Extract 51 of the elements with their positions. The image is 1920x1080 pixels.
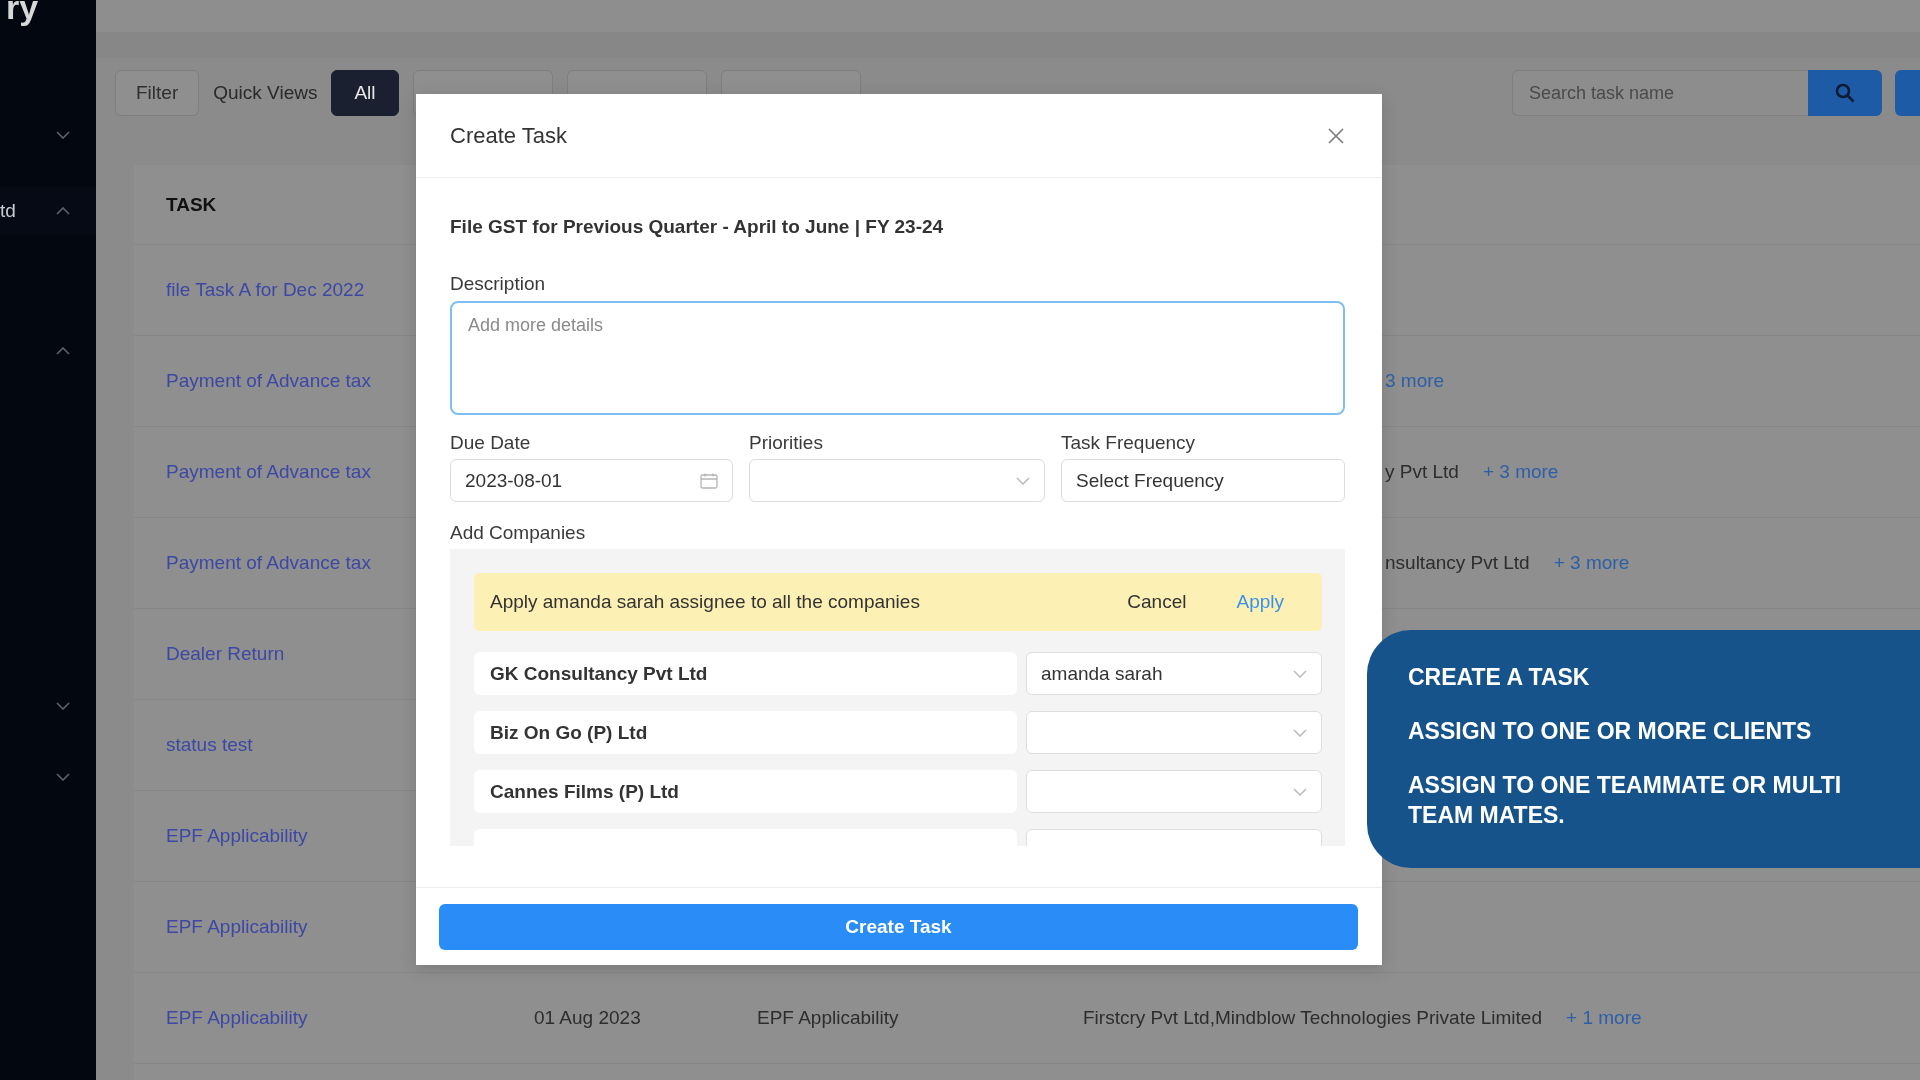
quick-views-label: Quick Views [213, 82, 318, 104]
search-icon [1835, 83, 1855, 103]
banner-message: Apply amanda sarah assignee to all the companies [490, 591, 921, 613]
field-label: Task Frequency [1061, 432, 1197, 454]
chevron-down-icon[interactable] [56, 702, 70, 710]
table-cell: Firstcry Pvt Ltd,Mindblow Technologies Private Limited [1083, 1007, 1542, 1029]
field-label: Due Date [450, 432, 532, 454]
field-label: Add Companies [450, 522, 587, 544]
more-link[interactable]: + 1 more [1566, 1007, 1642, 1029]
create-task-button[interactable]: Create Task [439, 903, 1358, 950]
column-header: TASK [166, 193, 218, 216]
close-icon [1328, 127, 1344, 144]
sidebar-item-label[interactable]: td [0, 200, 16, 222]
search-field[interactable]: Search task name [1512, 70, 1808, 116]
table-cell: y Pvt Ltd [1385, 461, 1459, 483]
callout-text: CREATE A TASK [1408, 663, 1591, 692]
chevron-up-icon[interactable] [56, 207, 70, 215]
frequency-dropdown[interactable]: Select Frequency [1061, 459, 1345, 502]
company-name: GK Consultancy Pvt Ltd [474, 652, 1017, 695]
logo-text: ry [5, 0, 40, 25]
company-name: Cannes Films (P) Ltd [474, 770, 1017, 813]
more-link[interactable]: + 3 more [1482, 461, 1559, 483]
table-cell: 01 Aug 2023 [534, 1007, 641, 1029]
more-link[interactable]: + 3 more [1553, 552, 1630, 574]
field-label: Priorities [749, 432, 824, 454]
chevron-down-icon [1293, 669, 1307, 678]
view-tab[interactable]: All [331, 70, 399, 116]
company-name: Biz On Go (P) Ltd [474, 711, 1017, 754]
field-label: Description [450, 273, 547, 295]
chevron-down-icon [1293, 728, 1307, 737]
task-link[interactable]: EPF Applicability [166, 1007, 534, 1029]
dialog-title: Create Task [450, 122, 567, 149]
table-cell: nsultancy Pvt Ltd [1385, 552, 1530, 574]
date-field[interactable]: 2023-08-01 [450, 459, 733, 502]
task-name: File GST for Previous Quarter - April to June | FY 23-24 [450, 216, 945, 238]
description-field[interactable]: Add more details [450, 301, 1345, 415]
chevron-down-icon[interactable] [56, 773, 70, 781]
search-button[interactable] [1808, 70, 1882, 116]
chevron-up-icon[interactable] [56, 347, 70, 355]
apply-button[interactable]: Apply [1224, 591, 1296, 613]
chevron-down-icon[interactable] [56, 131, 70, 139]
chevron-down-icon [1016, 476, 1030, 485]
callout-text: ASSIGN TO ONE TEAMMATE OR MULTI TEAM MATES. [1408, 771, 1843, 830]
cancel-button[interactable]: Cancel [1115, 591, 1199, 613]
chevron-down-icon [1293, 787, 1307, 796]
table-cell: EPF Applicability [757, 1007, 899, 1029]
assignee-dropdown[interactable]: amanda sarah [1026, 652, 1322, 695]
callout-text: ASSIGN TO ONE OR MORE CLIENTS [1408, 717, 1813, 746]
more-link[interactable]: 3 more [1385, 370, 1445, 392]
filter-button[interactable]: Filter [115, 70, 200, 116]
calendar-icon [700, 472, 718, 489]
